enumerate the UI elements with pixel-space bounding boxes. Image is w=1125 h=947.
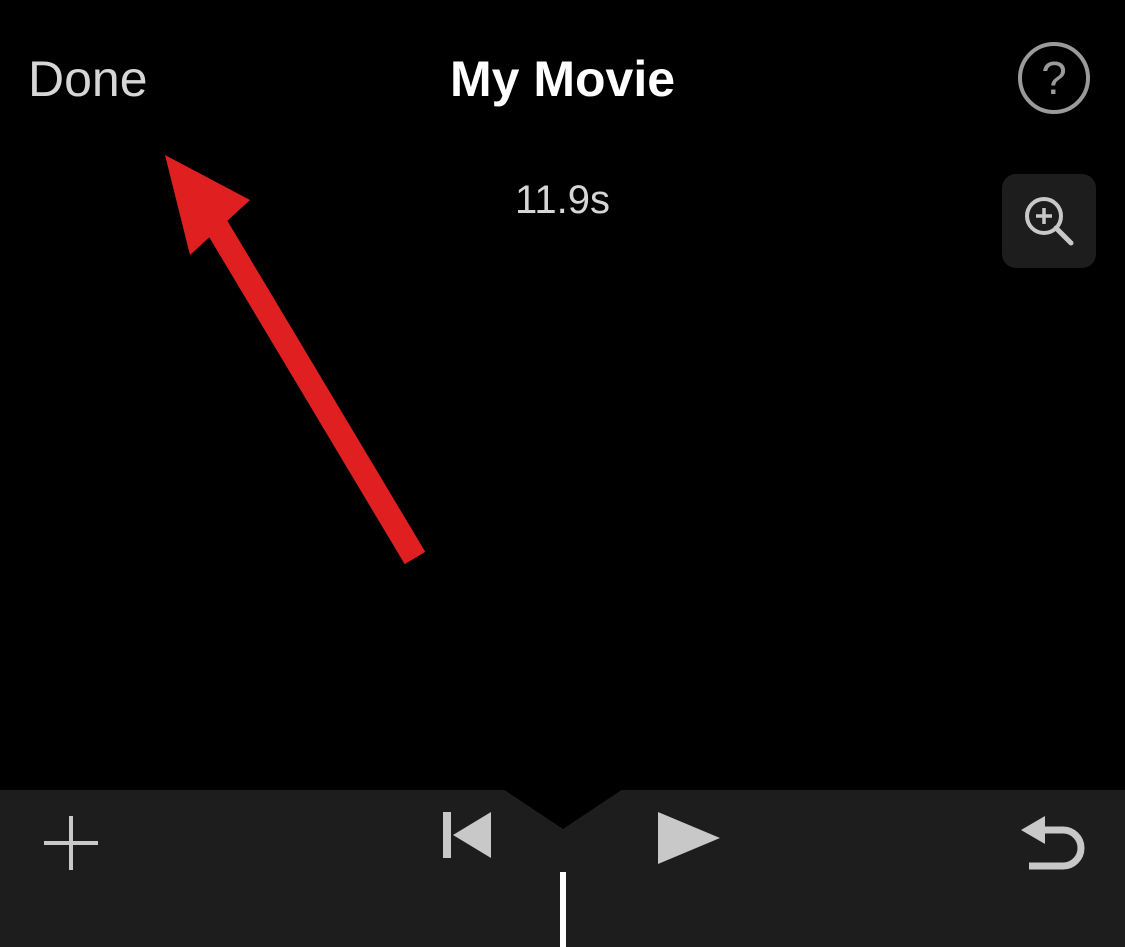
playhead-notch [503,789,623,829]
header-bar: Done My Movie ? [0,0,1125,130]
toolbar [0,790,1125,947]
add-media-button[interactable] [36,808,106,878]
play-button[interactable] [658,812,722,869]
project-title: My Movie [450,50,675,108]
play-icon [658,812,722,864]
question-mark-icon: ? [1041,51,1067,105]
playhead-indicator[interactable] [560,872,566,947]
zoom-in-icon [1021,193,1077,249]
duration-label: 11.9s [515,178,610,223]
plus-icon [40,812,102,874]
help-button[interactable]: ? [1018,42,1090,114]
undo-button[interactable] [1021,812,1089,875]
rewind-button[interactable] [443,812,493,863]
annotation-arrow [155,150,435,575]
done-button[interactable]: Done [28,50,148,108]
undo-icon [1021,812,1089,870]
zoom-in-button[interactable] [1002,174,1096,268]
skip-to-start-icon [443,812,493,858]
